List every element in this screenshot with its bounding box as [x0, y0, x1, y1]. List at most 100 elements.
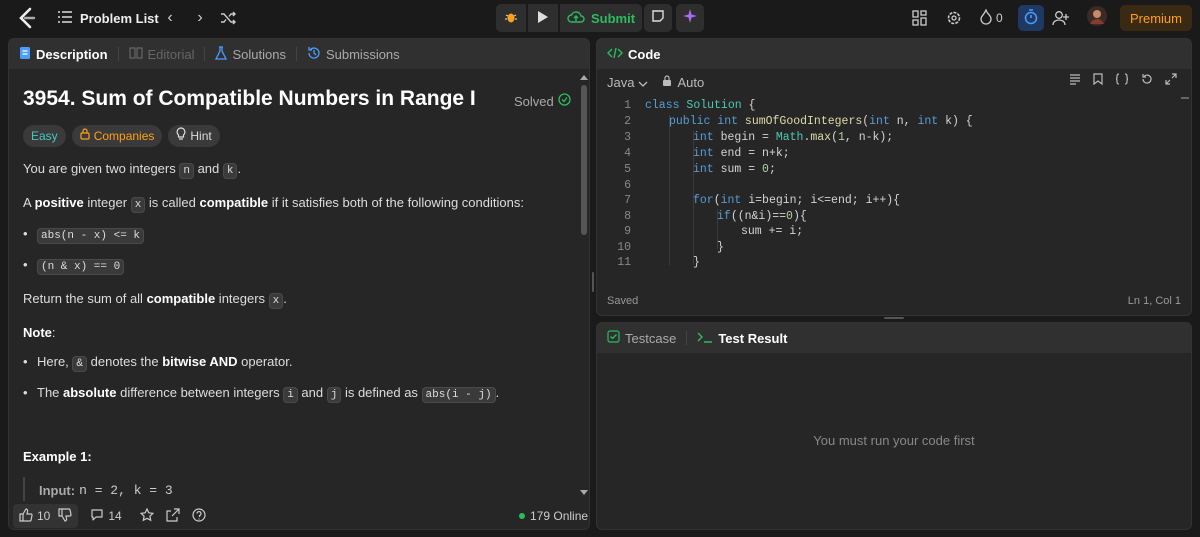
tab-solutions[interactable]: Solutions: [215, 45, 286, 63]
scroll-down-icon[interactable]: [579, 489, 589, 497]
tab-testcase-label: Testcase: [625, 330, 677, 346]
tab-description-label: Description: [36, 46, 108, 62]
code-token: 0: [786, 210, 793, 223]
text-run: denotes the: [87, 354, 163, 369]
prev-problem-icon[interactable]: ‹: [160, 8, 180, 28]
lock-icon: [662, 74, 672, 90]
example-input-value: n = 2, k = 3: [79, 483, 173, 498]
timer-button[interactable]: [1018, 5, 1044, 31]
lightbulb-icon: [176, 126, 186, 146]
next-problem-icon[interactable]: ›: [190, 8, 210, 28]
code-token: , n-k);: [844, 131, 894, 144]
favorite-button[interactable]: [134, 504, 160, 528]
tab-editorial[interactable]: Editorial: [128, 46, 194, 62]
text-run: The: [37, 385, 64, 400]
leetcode-logo[interactable]: [16, 6, 38, 30]
language-select[interactable]: Java: [607, 75, 648, 90]
inline-code: abs(n - x) <= k: [37, 228, 145, 244]
horizontal-resize-handle[interactable]: [884, 317, 904, 319]
bookmark-icon[interactable]: [1093, 73, 1103, 88]
code-status-bar: Saved Ln 1, Col 1: [597, 291, 1191, 311]
settings-gear-icon[interactable]: [946, 8, 962, 28]
share-button[interactable]: [160, 504, 186, 528]
play-icon: [537, 10, 549, 27]
tab-test-result[interactable]: Test Result: [697, 331, 787, 346]
streak-counter[interactable]: 0: [980, 7, 1003, 28]
code-token: sum += i;: [741, 225, 804, 238]
reset-icon[interactable]: [1141, 73, 1153, 88]
run-button[interactable]: [528, 4, 558, 32]
code-token: }: [717, 241, 724, 254]
empty-result-message: You must run your code first: [813, 433, 975, 448]
avatar[interactable]: [1086, 6, 1108, 26]
tab-code-label: Code: [628, 46, 661, 62]
debug-button[interactable]: [496, 4, 526, 32]
description-tabs: Description Editorial Solutions Submissi…: [9, 39, 589, 69]
submit-button[interactable]: Submit: [560, 4, 642, 32]
expand-icon[interactable]: [1165, 73, 1177, 88]
code-token: ;: [768, 163, 776, 176]
bold-text: bitwise AND: [162, 354, 238, 369]
code-token: class: [645, 99, 680, 112]
code-brackets-icon: [607, 47, 623, 62]
auto-mode-toggle[interactable]: Auto: [662, 75, 704, 90]
shuffle-icon[interactable]: [218, 8, 238, 28]
example-input-label: Input:: [39, 483, 76, 498]
text-run: is called: [145, 195, 200, 210]
code-text: }: [631, 241, 724, 257]
text-run: is defined as: [341, 385, 422, 400]
code-token: }: [693, 256, 700, 269]
problem-list-button[interactable]: Problem List: [58, 8, 159, 28]
premium-button[interactable]: Premium: [1120, 5, 1192, 31]
terminal-icon: [697, 331, 713, 346]
braces-icon[interactable]: [1115, 73, 1129, 88]
definition-paragraph: A positive integer x is called compatibl…: [23, 193, 571, 215]
inline-code: abs(i - j): [421, 387, 496, 403]
tab-submissions[interactable]: Submissions: [307, 46, 400, 63]
downvote-button[interactable]: [52, 504, 79, 528]
code-token: int: [693, 163, 714, 176]
upvote-button[interactable]: 10: [13, 504, 57, 528]
book-icon: [128, 46, 143, 62]
text-run: .: [283, 291, 287, 306]
bug-icon: [504, 10, 518, 27]
scroll-up-icon[interactable]: [579, 73, 589, 81]
bold-text: compatible: [146, 291, 216, 306]
layout-icon[interactable]: [912, 8, 928, 28]
tab-description[interactable]: Description: [19, 46, 108, 63]
notes-list: Here, & denotes the bitwise AND operator…: [23, 352, 571, 405]
code-text: for(int i=begin; i<=end; i++){: [631, 194, 900, 210]
tab-testcase[interactable]: Testcase: [607, 330, 676, 346]
comments-count: 14: [108, 509, 122, 523]
description-scrollbar[interactable]: [579, 69, 589, 501]
tab-code[interactable]: Code: [607, 47, 661, 62]
line-number: 8: [624, 210, 631, 223]
chevron-down-icon: [638, 75, 648, 90]
code-text: if((n&i)==0){: [631, 210, 807, 226]
code-token: k) {: [938, 115, 973, 128]
code-token: sumOfGoodIntegers: [744, 115, 863, 128]
format-icon[interactable]: [1069, 73, 1081, 88]
code-editor[interactable]: 1 class Solution { 2 public int sumOfGoo…: [597, 95, 1191, 269]
help-button[interactable]: [186, 504, 212, 528]
stopwatch-icon: [1024, 8, 1038, 28]
comments-button[interactable]: 14: [84, 504, 127, 528]
code-token: ((n&i)==: [730, 210, 787, 223]
line-number: 1: [624, 99, 631, 112]
flask-icon: [215, 45, 228, 63]
vertical-resize-handle[interactable]: [592, 272, 594, 292]
bold-text: compatible: [199, 195, 269, 210]
text-run: :: [51, 325, 56, 340]
flame-icon: [980, 7, 992, 28]
add-friend-icon[interactable]: [1052, 8, 1070, 28]
difficulty-badge[interactable]: Easy: [23, 125, 66, 147]
hint-tag[interactable]: Hint: [168, 125, 220, 147]
comment-icon: [90, 508, 104, 525]
ai-assist-button[interactable]: [676, 4, 704, 32]
problem-title[interactable]: 3954. Sum of Compatible Numbers in Range…: [23, 83, 571, 115]
notes-button[interactable]: [644, 4, 672, 32]
companies-tag[interactable]: Companies: [71, 125, 163, 147]
scroll-thumb[interactable]: [581, 85, 587, 235]
example-title: Example 1:: [23, 449, 92, 464]
editor-scrollbar[interactable]: [1181, 97, 1189, 99]
